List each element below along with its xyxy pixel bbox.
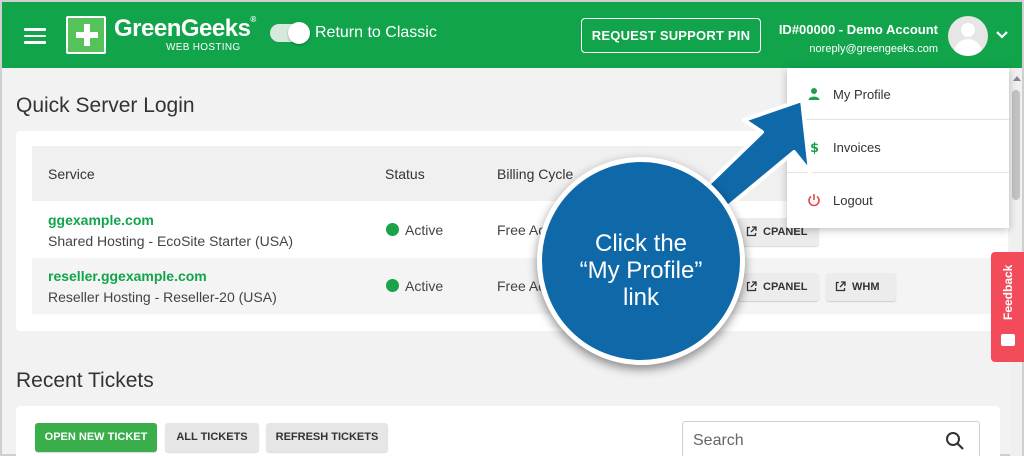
svg-text:$: $	[810, 141, 819, 154]
status-text: Active	[405, 222, 444, 238]
status-badge: Active	[386, 278, 443, 294]
status-badge: Active	[386, 222, 443, 238]
external-link-icon	[835, 281, 846, 292]
avatar[interactable]	[948, 16, 988, 56]
menu-item-invoices[interactable]: $ Invoices	[787, 121, 1009, 173]
logo-name: GreenGeeks	[114, 15, 251, 42]
greengeeks-logo[interactable]: GreenGeeks® WEB HOSTING	[66, 14, 256, 56]
service-link[interactable]: ggexample.com	[48, 212, 154, 228]
open-new-ticket-button[interactable]: OPEN NEW TICKET	[35, 423, 157, 452]
request-support-pin-button[interactable]: REQUEST SUPPORT PIN	[581, 18, 761, 53]
logo-subtitle: WEB HOSTING	[166, 42, 241, 53]
ticket-search	[682, 421, 980, 456]
instruction-callout: Click the “My Profile” link	[537, 157, 745, 365]
service-description: Shared Hosting - EcoSite Starter (USA)	[48, 233, 294, 249]
active-dot-icon	[386, 223, 399, 236]
callout-line-1: Click the	[594, 230, 688, 257]
status-text: Active	[405, 278, 444, 294]
menu-item-label: Invoices	[833, 140, 881, 155]
whm-button[interactable]: WHM	[826, 273, 896, 301]
classic-toggle[interactable]	[270, 22, 310, 44]
menu-item-my-profile[interactable]: My Profile	[787, 68, 1009, 120]
column-service: Service	[48, 166, 95, 182]
service-description: Reseller Hosting - Reseller-20 (USA)	[48, 289, 277, 305]
all-tickets-button[interactable]: ALL TICKETS	[165, 423, 259, 452]
menu-item-label: My Profile	[833, 87, 891, 102]
external-link-icon	[746, 226, 757, 237]
account-id: ID#00000 - Demo Account	[778, 22, 938, 37]
feedback-tab[interactable]: Feedback	[991, 252, 1024, 362]
power-icon	[808, 194, 820, 207]
classic-toggle-label: Return to Classic	[315, 24, 437, 41]
account-email: noreply@greengeeks.com	[809, 43, 938, 55]
chevron-down-icon[interactable]	[995, 30, 1009, 40]
menu-item-logout[interactable]: Logout	[787, 174, 1009, 226]
cpanel-label: CPANEL	[763, 281, 808, 293]
search-icon[interactable]	[945, 431, 965, 451]
scrollbar-thumb[interactable]	[1012, 90, 1020, 200]
menu-item-label: Logout	[833, 193, 873, 208]
feedback-label: Feedback	[1001, 264, 1015, 320]
service-link[interactable]: reseller.ggexample.com	[48, 268, 207, 284]
person-icon	[808, 88, 820, 100]
recent-tickets-title: Recent Tickets	[16, 369, 154, 392]
logo-registered: ®	[250, 15, 256, 24]
cpanel-button[interactable]: CPANEL	[737, 273, 819, 301]
active-dot-icon	[386, 279, 399, 292]
account-info[interactable]: ID#00000 - Demo Account noreply@greengee…	[779, 22, 938, 55]
logo-plus-icon	[66, 16, 106, 54]
refresh-tickets-button[interactable]: REFRESH TICKETS	[266, 423, 388, 452]
billing-cycle: Free Ac	[497, 222, 546, 238]
account-dropdown-menu: My Profile $ Invoices Logout	[787, 68, 1009, 228]
column-status: Status	[385, 166, 425, 182]
column-billing-cycle: Billing Cycle	[497, 166, 574, 182]
toggle-knob	[288, 22, 310, 44]
whm-label: WHM	[852, 281, 880, 293]
dollar-icon: $	[810, 141, 819, 154]
external-link-icon	[746, 281, 757, 292]
menu-icon[interactable]	[24, 28, 46, 44]
top-navbar: GreenGeeks® WEB HOSTING Return to Classi…	[2, 2, 1022, 68]
scroll-up-arrow-icon[interactable]	[1013, 76, 1021, 81]
callout-line-3: link	[622, 284, 659, 311]
callout-line-2: “My Profile”	[579, 257, 703, 284]
feedback-face-icon	[1001, 334, 1015, 346]
quick-server-login-title: Quick Server Login	[16, 94, 195, 117]
search-input[interactable]	[693, 430, 933, 452]
